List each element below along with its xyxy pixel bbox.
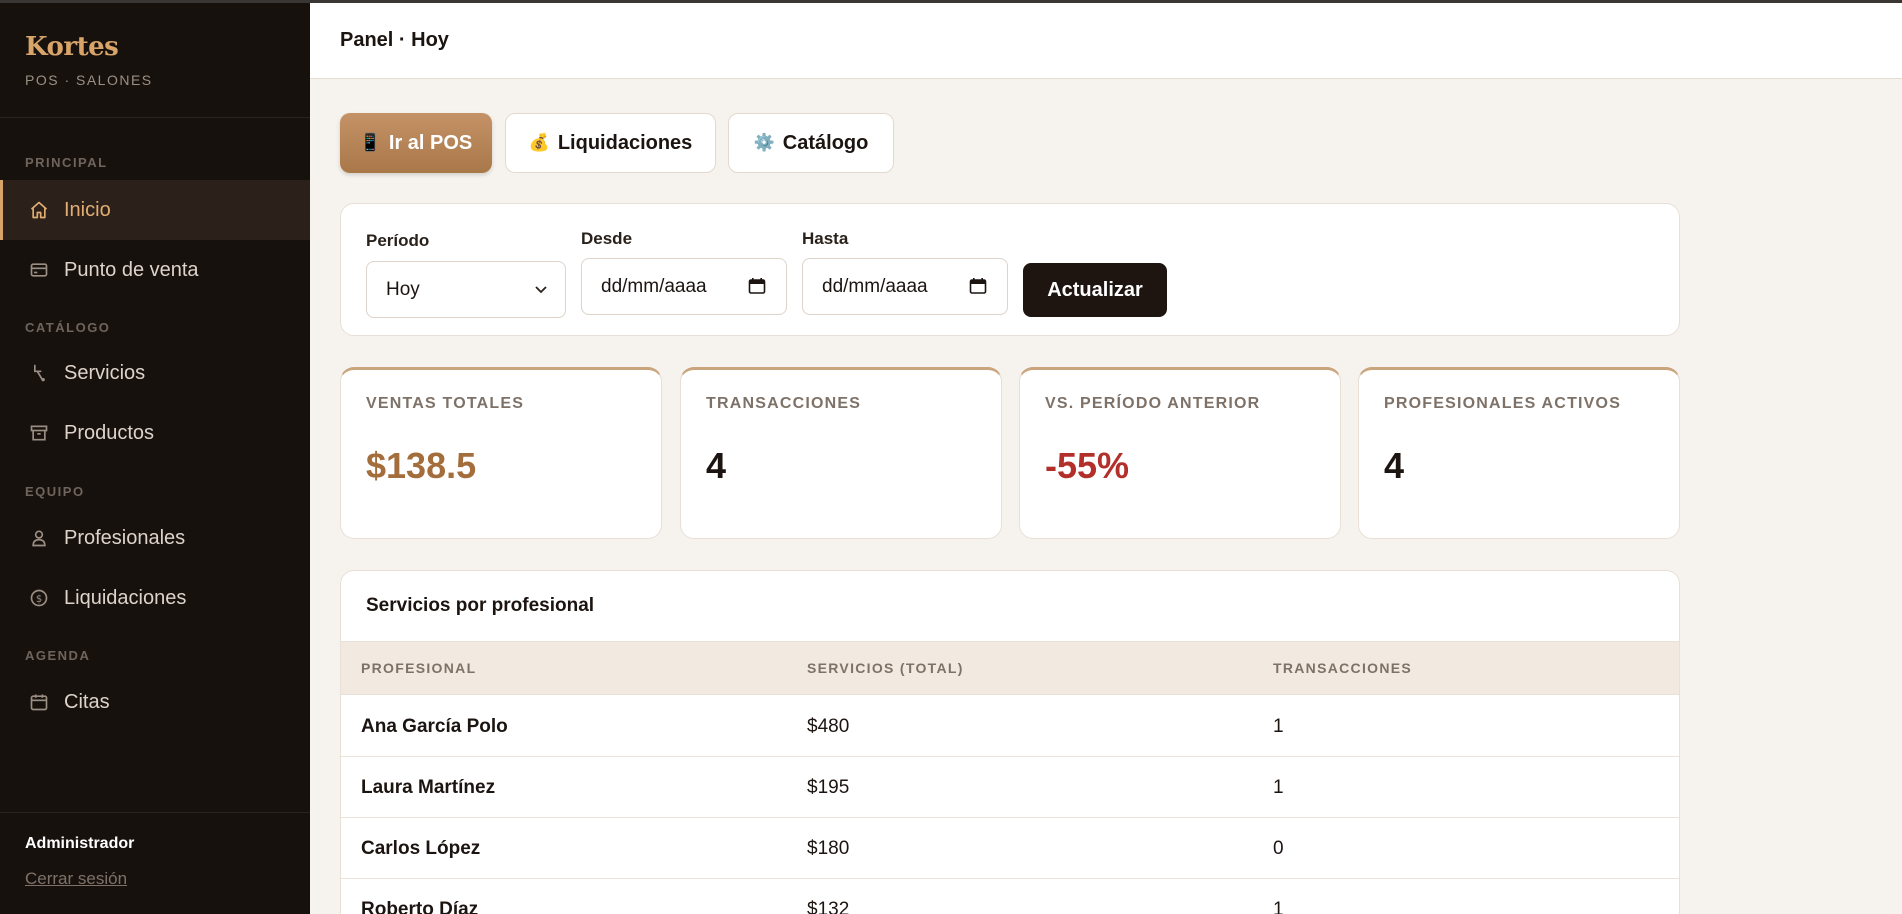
sidebar-item-inicio[interactable]: Inicio [0,180,310,240]
table-row: Carlos López $180 0 [341,818,1679,879]
stat-value: $138.5 [366,445,477,486]
table-header: PROFESIONAL SERVICIOS (TOTAL) TRANSACCIO… [341,641,1679,695]
user-icon [28,527,50,549]
stat-value: 4 [1384,445,1405,486]
calendar-icon [748,277,766,301]
table-title: Servicios por profesional [366,595,595,616]
cell-transacciones: 1 [1273,716,1284,737]
sidebar-item-punto-de-venta[interactable]: Punto de venta [0,240,310,300]
page-header: Panel · Hoy [310,3,1902,79]
chevron-down-icon [533,281,549,303]
cell-servicios: $195 [807,777,850,798]
cell-profesional: Roberto Díaz [361,899,479,914]
archive-box-icon [28,422,50,444]
desde-date-input[interactable]: dd/mm/aaaa [581,258,787,315]
money-bag-icon: 💰 [528,133,550,152]
periodo-value: Hoy [386,278,420,300]
section-equipo: EQUIPO [25,484,85,499]
stat-label: VS. PERÍODO ANTERIOR [1045,395,1261,412]
section-principal: PRINCIPAL [25,155,108,170]
liquidaciones-label: Liquidaciones [557,131,693,154]
section-catalogo: CATÁLOGO [25,320,111,335]
gear-icon: ⚙️ [753,133,775,152]
cell-servicios: $480 [807,716,850,737]
services-by-professional-card: Servicios por profesional PROFESIONAL SE… [340,570,1680,914]
sidebar-item-label: Servicios [64,361,146,384]
sidebar: Kortes POS · SALONES PRINCIPAL Inicio Pu… [0,0,310,914]
go-to-pos-button[interactable]: 📱 Ir al POS [340,113,492,173]
calendar-icon [28,691,50,713]
stat-card-profesionales: PROFESIONALES ACTIVOS 4 [1358,367,1680,539]
stat-label: VENTAS TOTALES [366,395,525,412]
go-to-pos-label: Ir al POS [388,131,473,154]
column-header: PROFESIONAL [361,660,477,676]
catalogo-button[interactable]: ⚙️ Catálogo [728,113,894,173]
window-top-border [0,0,1902,3]
hasta-date-input[interactable]: dd/mm/aaaa [802,258,1008,315]
stat-value: 4 [706,445,727,486]
filters-card: Período Hoy Desde dd/mm/aaaa Hasta dd/mm… [340,203,1680,336]
logout-link[interactable]: Cerrar sesión [25,869,127,889]
dollar-circle-icon: $ [28,587,50,609]
column-header: SERVICIOS (TOTAL) [807,660,964,676]
sidebar-item-label: Liquidaciones [64,586,187,609]
hasta-label: Hasta [802,229,849,248]
catalogo-label: Catálogo [782,131,869,154]
page-title: Panel · Hoy [340,29,449,51]
user-name: Administrador [25,835,135,852]
sidebar-item-servicios[interactable]: Servicios [0,343,310,403]
stat-card-transacciones: TRANSACCIONES 4 [680,367,1002,539]
periodo-select[interactable]: Hoy [366,261,566,318]
cell-transacciones: 1 [1273,899,1284,914]
sidebar-item-label: Productos [64,421,155,444]
stat-label: PROFESIONALES ACTIVOS [1384,395,1622,412]
hasta-placeholder: dd/mm/aaaa [822,275,928,297]
sidebar-item-label: Inicio [64,198,111,221]
stat-value: -55% [1045,445,1130,486]
sidebar-item-profesionales[interactable]: Profesionales [0,508,310,568]
sidebar-item-productos[interactable]: Productos [0,403,310,463]
periodo-label: Período [366,231,430,250]
sidebar-item-label: Punto de venta [64,258,199,281]
cell-profesional: Laura Martínez [361,777,496,798]
desde-label: Desde [581,229,633,248]
table-row: Laura Martínez $195 1 [341,757,1679,818]
brand-subtitle: POS · SALONES [25,72,153,88]
sidebar-footer: Administrador Cerrar sesión [0,812,310,914]
cell-profesional: Carlos López [361,838,481,859]
stat-label: TRANSACCIONES [706,395,862,412]
sidebar-item-label: Profesionales [64,526,186,549]
sidebar-item-citas[interactable]: Citas [0,672,310,732]
brand: Kortes POS · SALONES [0,0,310,118]
scissors-icon [28,362,50,384]
phone-icon: 📱 [359,133,381,152]
calendar-icon [969,277,987,301]
cell-servicios: $132 [807,899,850,914]
svg-text:$: $ [36,594,42,605]
table-row: Ana García Polo $480 1 [341,696,1679,757]
cell-profesional: Ana García Polo [361,716,508,737]
home-icon [28,199,50,221]
brand-name: Kortes [25,32,119,62]
sidebar-item-liquidaciones[interactable]: $ Liquidaciones [0,568,310,628]
stat-card-vs-periodo: VS. PERÍODO ANTERIOR -55% [1019,367,1341,539]
update-button[interactable]: Actualizar [1023,263,1167,317]
cell-transacciones: 0 [1273,838,1284,859]
section-agenda: AGENDA [25,648,91,663]
cell-servicios: $180 [807,838,850,859]
cell-transacciones: 1 [1273,777,1284,798]
sidebar-item-label: Citas [64,690,110,713]
column-header: TRANSACCIONES [1273,660,1413,676]
table-row: Roberto Díaz $132 1 [341,879,1679,914]
stat-card-ventas: VENTAS TOTALES $138.5 [340,367,662,539]
credit-card-icon [28,259,50,281]
desde-placeholder: dd/mm/aaaa [601,275,707,297]
liquidaciones-button[interactable]: 💰 Liquidaciones [505,113,716,173]
